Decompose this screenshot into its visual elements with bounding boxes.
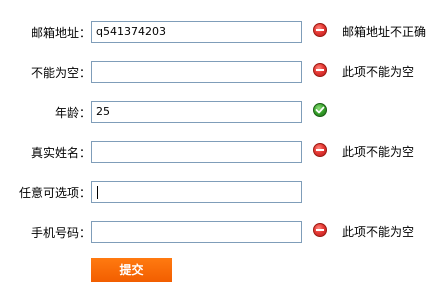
age-field[interactable] xyxy=(91,101,302,123)
error-icon xyxy=(313,23,327,37)
mobile-error-message: 此项不能为空 xyxy=(342,225,415,239)
form-row-mobile: 手机号码： 此项不能为空 xyxy=(0,221,448,245)
required-error-message: 此项不能为空 xyxy=(342,65,415,79)
required-field[interactable] xyxy=(91,61,302,83)
optional-field[interactable] xyxy=(91,181,302,203)
optional-label: 任意可选项： xyxy=(18,186,91,200)
registration-form: 邮箱地址： 邮箱地址不正确 不能为空： 此项不能为空 年龄： 真实姓名： 此项不… xyxy=(0,0,448,300)
age-label: 年龄： xyxy=(54,106,91,120)
form-row-age: 年龄： xyxy=(0,101,448,125)
text-caret xyxy=(97,186,98,199)
form-row-real-name: 真实姓名： 此项不能为空 xyxy=(0,141,448,165)
mobile-field[interactable] xyxy=(91,221,302,243)
error-icon xyxy=(313,143,327,157)
real-name-error-message: 此项不能为空 xyxy=(342,145,415,159)
email-error-message: 邮箱地址不正确 xyxy=(342,25,427,39)
form-row-optional: 任意可选项： xyxy=(0,181,448,205)
form-row-email: 邮箱地址： 邮箱地址不正确 xyxy=(0,21,448,45)
required-label: 不能为空： xyxy=(30,66,91,80)
error-icon xyxy=(313,223,327,237)
email-field[interactable] xyxy=(91,21,302,43)
real-name-label: 真实姓名： xyxy=(30,146,91,160)
form-row-required: 不能为空： 此项不能为空 xyxy=(0,61,448,85)
check-mark-glyph xyxy=(315,106,325,114)
submit-button[interactable]: 提交 xyxy=(91,258,172,282)
mobile-label: 手机号码： xyxy=(30,226,91,240)
real-name-field[interactable] xyxy=(91,141,302,163)
check-icon xyxy=(313,103,327,117)
email-label: 邮箱地址： xyxy=(30,26,91,40)
error-icon xyxy=(313,63,327,77)
